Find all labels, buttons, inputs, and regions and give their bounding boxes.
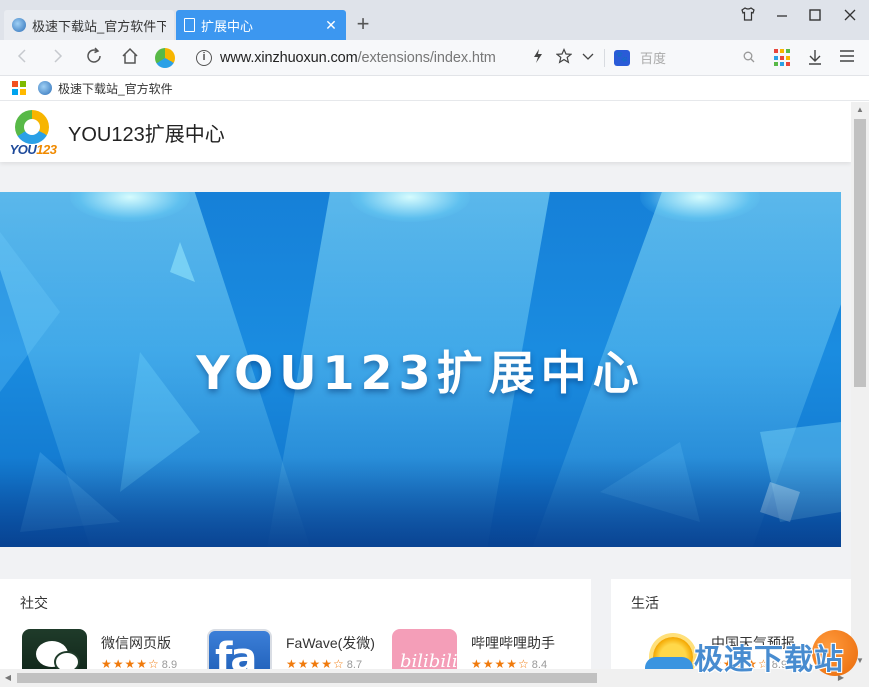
url-host: www.xinzhuoxun.com: [220, 50, 358, 66]
home-button[interactable]: [118, 46, 142, 70]
close-window-button[interactable]: [838, 6, 862, 30]
app-item-bilibili[interactable]: bilibili 哔哩哔哩助手 ★★★★☆ 8.4: [392, 629, 582, 669]
category-card-social: 社交 微信网页版 ★★★★☆ 8.9 fa FaWave(发微) ★★★★☆ 8.7…: [0, 579, 591, 669]
logo-wordmark: YOU123: [9, 142, 57, 157]
close-icon: [844, 9, 856, 21]
bilibili-icon: bilibili: [392, 629, 457, 669]
search-icon[interactable]: [740, 51, 758, 66]
address-divider: [604, 49, 605, 67]
banner-floor: [0, 457, 841, 547]
globe-favicon-icon: [38, 81, 52, 95]
you123-extension-icon[interactable]: [155, 48, 175, 68]
wechat-icon: [22, 629, 87, 669]
url-path: /extensions/index.htm: [357, 50, 496, 66]
bookmarks-bar: 极速下载站_官方软件: [0, 76, 869, 101]
reload-icon: [87, 47, 101, 63]
download-button[interactable]: [805, 48, 825, 68]
speed-mode-button[interactable]: [528, 48, 548, 68]
chevron-down-icon: [582, 53, 594, 60]
banner-title: YOU123扩展中心: [196, 346, 645, 400]
star-icon: [555, 48, 573, 64]
arrow-left-icon: [17, 49, 26, 63]
site-header: YOU123 YOU123扩展中心: [0, 102, 851, 162]
forward-button[interactable]: [46, 46, 70, 70]
reload-button[interactable]: [82, 46, 106, 70]
bookmark-jisu-download[interactable]: 极速下载站_官方软件: [38, 80, 173, 97]
apps-grid-icon[interactable]: [774, 49, 792, 67]
tab-title: 极速下载站_官方软件下载: [32, 18, 166, 34]
tab-jisu-download[interactable]: 极速下载站_官方软件下载: [4, 10, 174, 40]
navigation-bar: i www.xinzhuoxun.com/extensions/index.ht…: [0, 40, 869, 76]
arrow-right-icon: [54, 49, 63, 63]
category-heading: 社交: [20, 595, 48, 611]
page-favicon-icon: [184, 18, 195, 32]
hamburger-menu-icon: [840, 50, 854, 62]
watermark-text: 极速下载站: [694, 644, 845, 676]
tab-title: 扩展中心: [201, 18, 254, 34]
back-button[interactable]: [10, 46, 34, 70]
scroll-up-icon[interactable]: ▲: [851, 102, 869, 118]
app-rating: ★★★★☆ 8.9: [101, 657, 178, 669]
search-box[interactable]: 🐾: [612, 46, 762, 70]
tab-close-icon[interactable]: ✕: [324, 17, 338, 34]
site-title: YOU123扩展中心: [68, 123, 225, 146]
globe-favicon-icon: [12, 18, 26, 32]
vertical-scrollbar[interactable]: ▲ ▼: [851, 102, 869, 669]
minimize-button[interactable]: [770, 6, 794, 30]
new-tab-button[interactable]: +: [352, 12, 374, 36]
app-item-wechat[interactable]: 微信网页版 ★★★★☆ 8.9: [22, 629, 202, 669]
shirt-icon: [741, 7, 755, 21]
app-rating: ★★★★☆ 8.7: [286, 657, 363, 669]
you123-logo[interactable]: YOU123: [0, 104, 66, 160]
maximize-icon: [809, 9, 821, 21]
url-text[interactable]: www.xinzhuoxun.com/extensions/index.htm: [220, 50, 496, 66]
bookmark-star-button[interactable]: [554, 48, 574, 68]
tab-extension-center[interactable]: 扩展中心 ✕: [176, 10, 346, 40]
download-icon: [809, 50, 821, 65]
minimize-icon: [777, 15, 787, 17]
site-info-icon[interactable]: i: [196, 50, 212, 66]
page-viewport: YOU123 YOU123扩展中心 YOU123扩展中心 社交 微信网页版 ★★…: [0, 102, 851, 669]
lightning-icon: [534, 49, 542, 63]
app-name: FaWave(发微): [286, 635, 375, 651]
search-input[interactable]: [640, 50, 740, 66]
hero-banner[interactable]: YOU123扩展中心: [0, 192, 841, 547]
logo-emblem-icon: [15, 110, 49, 144]
home-icon: [122, 47, 138, 64]
baidu-icon[interactable]: 🐾: [614, 50, 630, 66]
app-rating: ★★★★☆ 8.4: [471, 657, 548, 669]
vertical-scroll-thumb[interactable]: [854, 119, 866, 387]
horizontal-scroll-thumb[interactable]: [17, 673, 597, 683]
address-dropdown-button[interactable]: [578, 48, 598, 68]
menu-button[interactable]: [837, 48, 857, 68]
bookmark-label: 极速下载站_官方软件: [58, 81, 173, 96]
category-heading: 生活: [631, 595, 659, 611]
app-item-fawave[interactable]: fa FaWave(发微) ★★★★☆ 8.7: [207, 629, 387, 669]
apps-launcher-icon[interactable]: [12, 81, 26, 95]
tab-strip: 极速下载站_官方软件下载 扩展中心 ✕ +: [0, 0, 869, 40]
scroll-left-icon[interactable]: ◀: [0, 669, 16, 687]
app-name: 哔哩哔哩助手: [471, 635, 555, 651]
fawave-icon: fa: [207, 629, 272, 669]
maximize-button[interactable]: [803, 6, 827, 30]
app-name: 微信网页版: [101, 635, 171, 651]
skin-button[interactable]: [736, 6, 760, 30]
